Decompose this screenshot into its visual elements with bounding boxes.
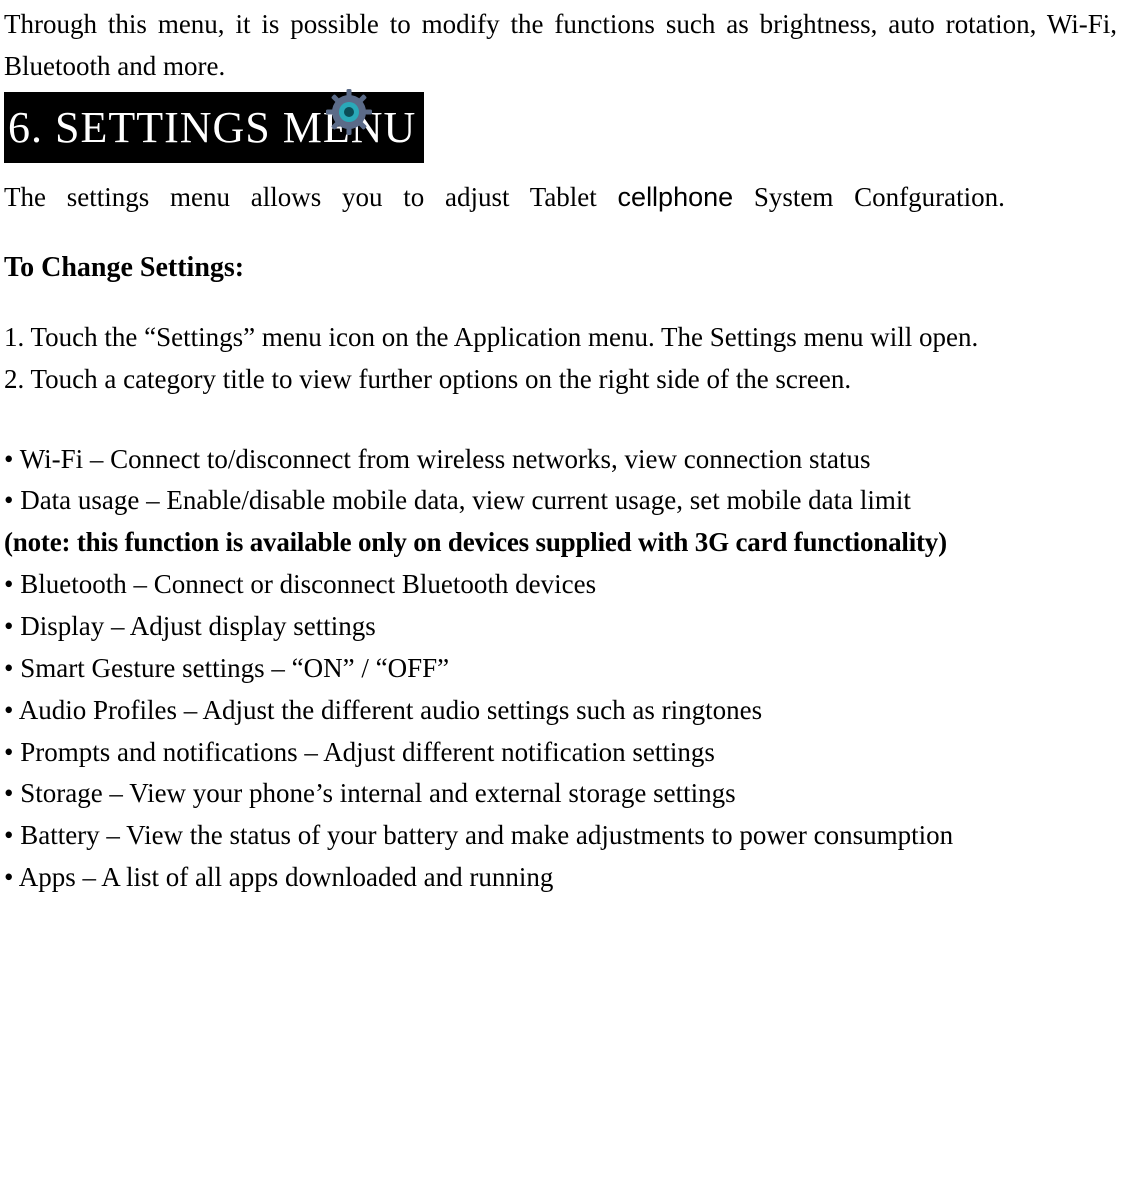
bullet-apps: • Apps – A list of all apps downloaded a… [4,857,1117,899]
note-3g: (note: this function is available only o… [4,522,1117,564]
settings-gear-icon [309,85,389,139]
bullet-display: • Display – Adjust display settings [4,606,1117,648]
bullet-audio-profiles: • Audio Profiles – Adjust the different … [4,690,1117,732]
settings-intro-a: The settings menu allows you to adjust T… [4,182,618,212]
cellphone-word: cellphone [618,182,734,212]
step-2: 2. Touch a category title to view furthe… [4,359,1117,401]
bullet-wifi: • Wi-Fi – Connect to/disconnect from wir… [4,439,1117,481]
step-1: 1. Touch the “Settings” menu icon on the… [4,317,1117,359]
settings-intro: The settings menu allows you to adjust T… [4,177,1117,219]
bullet-battery: • Battery – View the status of your batt… [4,815,1117,857]
bullet-prompts: • Prompts and notifications – Adjust dif… [4,732,1117,774]
heading-row: 6. SETTINGS MENU [4,92,1117,163]
spacer [4,401,1117,439]
bullet-bluetooth: • Bluetooth – Connect or disconnect Blue… [4,564,1117,606]
intro-text: Through this menu, it is possible to mod… [4,4,1117,88]
bullet-storage: • Storage – View your phone’s internal a… [4,773,1117,815]
document-page: Through this menu, it is possible to mod… [0,0,1121,919]
bullet-data-usage: • Data usage – Enable/disable mobile dat… [4,480,1117,522]
to-change-settings-heading: To Change Settings: [4,246,1117,289]
bullet-smart-gesture: • Smart Gesture settings – “ON” / “OFF” [4,648,1117,690]
settings-intro-b: System Confguration. [733,182,1005,212]
